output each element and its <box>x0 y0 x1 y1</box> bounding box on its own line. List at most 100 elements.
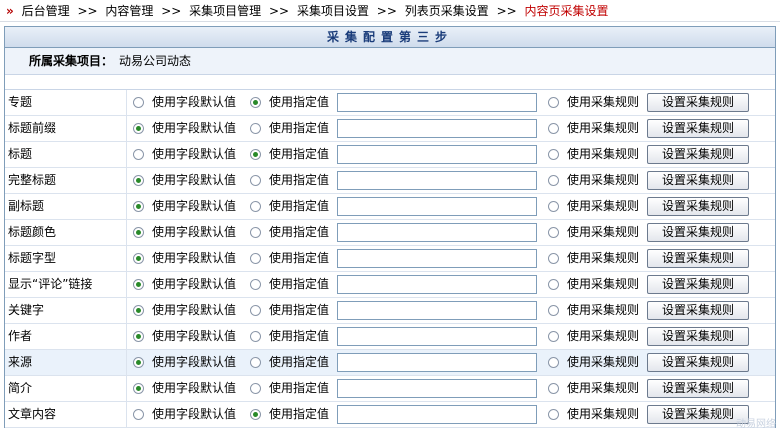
use-specified-radio[interactable] <box>250 357 261 368</box>
use-specified-radio[interactable] <box>250 149 261 160</box>
use-rule-option[interactable]: 使用采集规则 <box>548 272 639 297</box>
use-specified-radio[interactable] <box>250 175 261 186</box>
use-specified-radio[interactable] <box>250 253 261 264</box>
use-default-option[interactable]: 使用字段默认值 <box>133 376 236 401</box>
use-rule-option[interactable]: 使用采集规则 <box>548 324 639 349</box>
specified-value-input[interactable] <box>337 327 537 346</box>
use-rule-option[interactable]: 使用采集规则 <box>548 194 639 219</box>
use-rule-radio[interactable] <box>548 331 559 342</box>
use-specified-radio[interactable] <box>250 279 261 290</box>
use-rule-radio[interactable] <box>548 305 559 316</box>
use-default-option[interactable]: 使用字段默认值 <box>133 324 236 349</box>
use-rule-radio[interactable] <box>548 383 559 394</box>
use-rule-radio[interactable] <box>548 123 559 134</box>
specified-value-input[interactable] <box>337 145 537 164</box>
use-specified-radio[interactable] <box>250 305 261 316</box>
use-specified-radio[interactable] <box>250 123 261 134</box>
use-default-radio[interactable] <box>133 175 144 186</box>
use-specified-option[interactable]: 使用指定值 <box>250 376 329 401</box>
specified-value-input[interactable] <box>337 223 537 242</box>
use-specified-radio[interactable] <box>250 227 261 238</box>
use-specified-option[interactable]: 使用指定值 <box>250 402 329 427</box>
use-default-option[interactable]: 使用字段默认值 <box>133 402 236 427</box>
use-default-radio[interactable] <box>133 357 144 368</box>
use-rule-option[interactable]: 使用采集规则 <box>548 142 639 167</box>
specified-value-input[interactable] <box>337 353 537 372</box>
specified-value-input[interactable] <box>337 379 537 398</box>
breadcrumb-item-content[interactable]: 内容管理 <box>105 4 153 18</box>
use-default-option[interactable]: 使用字段默认值 <box>133 116 236 141</box>
use-rule-radio[interactable] <box>548 201 559 212</box>
use-default-radio[interactable] <box>133 253 144 264</box>
specified-value-input[interactable] <box>337 301 537 320</box>
set-rule-button[interactable]: 设置采集规则 <box>647 301 749 320</box>
use-rule-option[interactable]: 使用采集规则 <box>548 116 639 141</box>
use-default-option[interactable]: 使用字段默认值 <box>133 272 236 297</box>
use-specified-option[interactable]: 使用指定值 <box>250 246 329 271</box>
use-default-radio[interactable] <box>133 383 144 394</box>
use-default-radio[interactable] <box>133 123 144 134</box>
specified-value-input[interactable] <box>337 249 537 268</box>
use-default-option[interactable]: 使用字段默认值 <box>133 168 236 193</box>
set-rule-button[interactable]: 设置采集规则 <box>647 327 749 346</box>
specified-value-input[interactable] <box>337 275 537 294</box>
use-specified-radio[interactable] <box>250 97 261 108</box>
breadcrumb-item-collect-projects[interactable]: 采集项目管理 <box>189 4 261 18</box>
specified-value-input[interactable] <box>337 119 537 138</box>
use-specified-option[interactable]: 使用指定值 <box>250 168 329 193</box>
use-rule-option[interactable]: 使用采集规则 <box>548 298 639 323</box>
use-default-radio[interactable] <box>133 97 144 108</box>
set-rule-button[interactable]: 设置采集规则 <box>647 275 749 294</box>
use-rule-radio[interactable] <box>548 97 559 108</box>
use-specified-option[interactable]: 使用指定值 <box>250 194 329 219</box>
use-rule-option[interactable]: 使用采集规则 <box>548 90 639 115</box>
specified-value-input[interactable] <box>337 197 537 216</box>
use-rule-option[interactable]: 使用采集规则 <box>548 246 639 271</box>
use-rule-radio[interactable] <box>548 409 559 420</box>
use-specified-radio[interactable] <box>250 409 261 420</box>
use-rule-option[interactable]: 使用采集规则 <box>548 402 639 427</box>
use-specified-option[interactable]: 使用指定值 <box>250 220 329 245</box>
use-rule-radio[interactable] <box>548 279 559 290</box>
use-default-option[interactable]: 使用字段默认值 <box>133 90 236 115</box>
use-default-radio[interactable] <box>133 409 144 420</box>
set-rule-button[interactable]: 设置采集规则 <box>647 405 749 424</box>
use-specified-radio[interactable] <box>250 331 261 342</box>
use-default-option[interactable]: 使用字段默认值 <box>133 194 236 219</box>
use-specified-option[interactable]: 使用指定值 <box>250 116 329 141</box>
use-specified-option[interactable]: 使用指定值 <box>250 272 329 297</box>
use-specified-option[interactable]: 使用指定值 <box>250 90 329 115</box>
set-rule-button[interactable]: 设置采集规则 <box>647 197 749 216</box>
use-rule-radio[interactable] <box>548 357 559 368</box>
use-rule-radio[interactable] <box>548 149 559 160</box>
breadcrumb-item-list-settings[interactable]: 列表页采集设置 <box>405 4 489 18</box>
set-rule-button[interactable]: 设置采集规则 <box>647 249 749 268</box>
use-default-option[interactable]: 使用字段默认值 <box>133 350 236 375</box>
use-specified-radio[interactable] <box>250 201 261 212</box>
use-specified-option[interactable]: 使用指定值 <box>250 298 329 323</box>
use-rule-radio[interactable] <box>548 175 559 186</box>
use-rule-option[interactable]: 使用采集规则 <box>548 168 639 193</box>
set-rule-button[interactable]: 设置采集规则 <box>647 93 749 112</box>
use-default-radio[interactable] <box>133 227 144 238</box>
specified-value-input[interactable] <box>337 171 537 190</box>
breadcrumb-item-admin[interactable]: 后台管理 <box>22 4 70 18</box>
use-rule-radio[interactable] <box>548 227 559 238</box>
use-default-option[interactable]: 使用字段默认值 <box>133 246 236 271</box>
set-rule-button[interactable]: 设置采集规则 <box>647 145 749 164</box>
use-default-radio[interactable] <box>133 279 144 290</box>
use-default-option[interactable]: 使用字段默认值 <box>133 220 236 245</box>
set-rule-button[interactable]: 设置采集规则 <box>647 171 749 190</box>
use-specified-option[interactable]: 使用指定值 <box>250 324 329 349</box>
specified-value-input[interactable] <box>337 405 537 424</box>
use-rule-option[interactable]: 使用采集规则 <box>548 376 639 401</box>
use-specified-radio[interactable] <box>250 383 261 394</box>
set-rule-button[interactable]: 设置采集规则 <box>647 379 749 398</box>
use-rule-option[interactable]: 使用采集规则 <box>548 350 639 375</box>
use-specified-option[interactable]: 使用指定值 <box>250 142 329 167</box>
set-rule-button[interactable]: 设置采集规则 <box>647 353 749 372</box>
use-default-radio[interactable] <box>133 331 144 342</box>
use-default-option[interactable]: 使用字段默认值 <box>133 142 236 167</box>
set-rule-button[interactable]: 设置采集规则 <box>647 119 749 138</box>
breadcrumb-item-project-settings[interactable]: 采集项目设置 <box>297 4 369 18</box>
